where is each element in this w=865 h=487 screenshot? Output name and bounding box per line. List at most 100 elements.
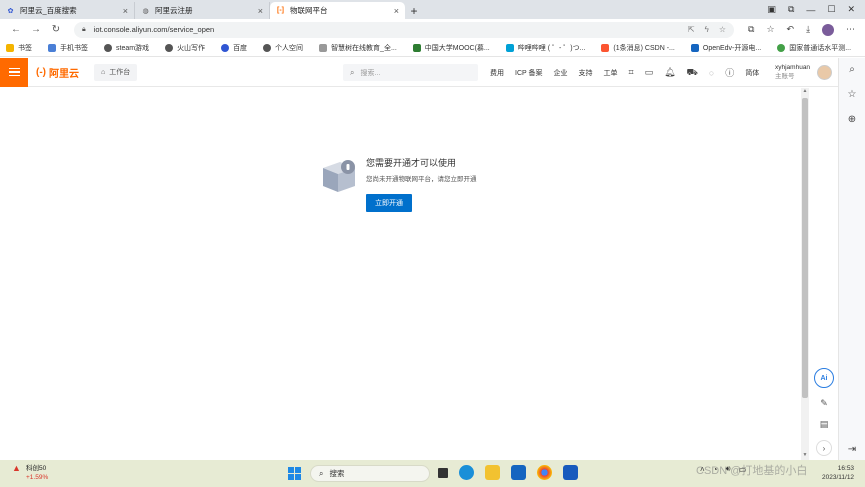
chrome-icon[interactable] xyxy=(537,465,552,480)
user-avatar[interactable] xyxy=(817,65,832,80)
workbench-button[interactable]: ⌂ 工作台 xyxy=(94,63,138,81)
taskbar-search[interactable]: ⌕ 搜索 xyxy=(310,465,430,482)
terminal-icon[interactable]: ▭ xyxy=(645,67,654,78)
phone-icon xyxy=(48,44,56,52)
bookmark-item[interactable]: 书签 xyxy=(6,43,32,53)
scrollbar[interactable]: ▲ ▼ xyxy=(801,88,809,460)
scroll-up-icon[interactable]: ▲ xyxy=(801,88,809,96)
cloud-shell-icon[interactable]: ⌗ xyxy=(629,67,634,78)
word-icon[interactable] xyxy=(563,465,578,480)
new-tab-button[interactable]: + xyxy=(405,2,423,19)
activate-now-button[interactable]: 立即开通 xyxy=(366,194,412,212)
url-input[interactable]: 🔒︎ iot.console.aliyun.com/service_open ⇱… xyxy=(74,21,734,38)
baidu-paw-icon xyxy=(221,44,230,52)
task-view-icon[interactable] xyxy=(438,467,448,478)
bookmark-item[interactable]: 中国大学MOOC(慕... xyxy=(412,43,490,53)
add-icon[interactable]: ⊕ xyxy=(848,114,856,125)
nav-fees[interactable]: 费用 xyxy=(490,68,504,78)
search-icon: ⌕ xyxy=(319,468,324,478)
file-explorer-icon[interactable] xyxy=(485,465,500,480)
minimize-icon[interactable]: — xyxy=(806,5,815,15)
close-icon[interactable]: × xyxy=(258,6,263,16)
bookmark-item[interactable]: OpenEdv-开源电... xyxy=(690,43,761,53)
zhihuishu-icon xyxy=(319,44,328,52)
feedback-icon[interactable]: ▤ xyxy=(820,419,829,430)
empty-title: 您需要开通才可以使用 xyxy=(366,158,457,168)
scroll-down-icon[interactable]: ▼ xyxy=(801,452,809,460)
clock-date: 2023/11/12 xyxy=(822,474,855,481)
bookmark-item[interactable]: 国家普通话水平测... xyxy=(777,43,851,53)
bookmark-item[interactable]: 火山写作 xyxy=(165,43,205,53)
window-controls: ▣ ⧉ — ☐ ✕ xyxy=(767,0,865,19)
stock-widget[interactable]: ▲ 科创50 +1.59% xyxy=(12,464,48,482)
collapse-sidebar-icon[interactable]: ⇥ xyxy=(848,444,856,455)
bell-icon[interactable]: 🔔︎ xyxy=(664,67,675,78)
help-icon[interactable]: ⓘ xyxy=(725,66,734,79)
profile-avatar[interactable] xyxy=(822,23,835,36)
lightning-icon[interactable]: ϟ xyxy=(705,25,709,34)
close-icon[interactable]: × xyxy=(123,6,128,16)
extensions-icon[interactable]: ⧉ xyxy=(748,24,754,35)
globe-icon xyxy=(263,44,272,52)
nav-enterprise[interactable]: 企业 xyxy=(554,68,568,78)
tab-actions-icon[interactable]: ▣ xyxy=(767,4,776,15)
reload-icon[interactable]: ↻ xyxy=(46,24,66,35)
maximize-icon[interactable]: ☐ xyxy=(827,4,835,15)
more-icon[interactable]: ⋯ xyxy=(846,24,855,35)
watermark: CSDN @打地基的小白 xyxy=(696,465,808,477)
bookmark-item[interactable]: 哔哩哔哩 ( ゜- ゜)つ... xyxy=(505,43,585,53)
tab-title: 物联网平台 xyxy=(290,6,328,15)
bookmark-item[interactable]: steam游戏 xyxy=(104,43,149,53)
edit-icon[interactable]: ✎ xyxy=(820,398,828,409)
lock-icon[interactable]: 🔒︎ xyxy=(82,26,86,34)
edge-sidebar: ⌕ ☆ ⊕ ⇥ xyxy=(838,58,865,460)
undo-icon[interactable]: ↶ xyxy=(787,24,795,35)
puzzle-icon[interactable]: ⧉ xyxy=(788,4,794,15)
close-window-icon[interactable]: ✕ xyxy=(847,4,855,15)
url-text: iot.console.aliyun.com/service_open xyxy=(93,25,215,34)
back-icon[interactable]: ← xyxy=(6,24,26,35)
language-switch[interactable]: 简体 xyxy=(745,68,759,78)
nav-icp[interactable]: ICP 备案 xyxy=(515,68,543,78)
stock-name: 科创50 xyxy=(26,465,47,472)
bilibili-icon xyxy=(505,44,514,52)
bookmark-item[interactable]: (1条消息) CSDN -... xyxy=(601,43,675,53)
forward-icon[interactable]: → xyxy=(26,24,46,35)
search-input[interactable]: ⌕ 搜索... xyxy=(343,64,478,81)
scrollbar-thumb[interactable] xyxy=(802,98,808,398)
security-icon[interactable] xyxy=(511,465,526,480)
nav-ticket[interactable]: 工单 xyxy=(604,68,618,78)
share-icon[interactable]: ⇱ xyxy=(688,25,695,34)
favorites-icon[interactable]: ☆ xyxy=(766,24,774,35)
bookmark-item[interactable]: 百度 xyxy=(221,43,247,53)
aliyun-logo[interactable]: (-) 阿里云 xyxy=(36,65,79,80)
bookmark-item[interactable]: 智慧树在线教育_全... xyxy=(319,43,397,53)
main-content: 您需要开通才可以使用 您尚未开通物联网平台，请您立即开通 立即开通 xyxy=(0,88,801,460)
tab-baidu-search[interactable]: ✿ 阿里云_百度搜索 × xyxy=(0,2,135,19)
nav-support[interactable]: 支持 xyxy=(579,68,593,78)
ai-assistant-button[interactable]: Ai xyxy=(814,368,834,388)
menu-button[interactable] xyxy=(0,57,28,87)
lightbulb-icon[interactable]: ○ xyxy=(709,68,714,78)
openedv-icon xyxy=(690,44,699,52)
clock[interactable]: 16:53 2023/11/12 xyxy=(822,464,854,482)
search-icon[interactable]: ⌕ xyxy=(849,64,855,75)
cart-icon[interactable]: ⛟ xyxy=(687,67,698,79)
bookmark-item[interactable]: 个人空间 xyxy=(263,43,303,53)
search-placeholder: 搜索... xyxy=(360,69,381,77)
empty-description: 您尚未开通物联网平台，请您立即开通 xyxy=(366,176,477,183)
user-info[interactable]: xyhjamhuan 主账号 xyxy=(775,63,810,81)
download-icon[interactable]: ⤓ xyxy=(806,24,810,35)
collections-icon[interactable]: ☆ xyxy=(848,89,857,100)
star-icon[interactable]: ☆ xyxy=(719,25,726,34)
windows-start-icon[interactable] xyxy=(288,467,301,480)
close-icon[interactable]: × xyxy=(394,6,399,16)
header-nav: 费用 ICP 备案 企业 支持 工单 ⌗ ▭ 🔔︎ ⛟ ○ ⓘ 简体 xyxy=(490,58,759,87)
expand-icon[interactable]: › xyxy=(816,440,832,456)
edge-icon[interactable] xyxy=(459,465,474,480)
tab-iot-platform[interactable]: [-] 物联网平台 × xyxy=(270,2,405,19)
bookmark-item[interactable]: 手机书签 xyxy=(48,43,88,53)
tab-aliyun-register[interactable]: ◍ 阿里云注册 × xyxy=(135,2,270,19)
tab-title: 阿里云_百度搜索 xyxy=(20,6,77,15)
console-header: (-) 阿里云 ⌂ 工作台 ⌕ 搜索... 费用 ICP 备案 企业 支持 工单… xyxy=(0,57,838,87)
